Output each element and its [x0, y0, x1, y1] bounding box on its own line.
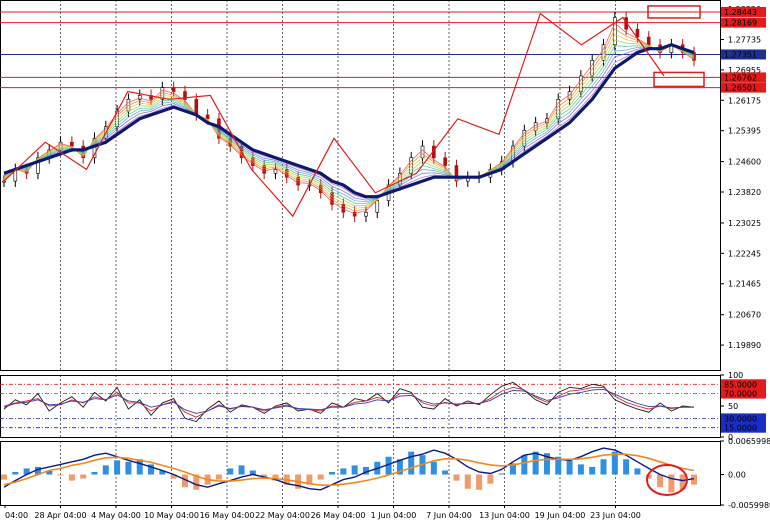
price-candle-body: [364, 211, 368, 217]
macd-hist-bar: [623, 459, 630, 475]
price-hline-label: 1.26501: [724, 84, 757, 93]
price-tick-label: 1.27735: [728, 36, 761, 45]
chart-svg: 1.285201.277351.269551.261751.253951.246…: [0, 0, 770, 520]
price-tick-label: 1.25395: [728, 127, 761, 136]
macd-hist-bar: [80, 474, 87, 479]
x-tick-label: 19 Jun 04:00: [535, 511, 586, 520]
osc-tick-label: 50: [728, 402, 738, 411]
x-tick-label: 13 Jun 04:00: [479, 511, 530, 520]
x-tick-label: 10 May 04:00: [144, 511, 199, 520]
macd-hist-bar: [215, 474, 222, 480]
macd-hist-bar: [532, 451, 539, 475]
macd-tick-label: -0.0059989: [728, 501, 770, 510]
macd-hist-bar: [340, 468, 347, 475]
x-tick-label: 7 Jun 04:00: [426, 511, 472, 520]
price-tick-label: 1.26175: [728, 96, 761, 105]
macd-hist-bar: [566, 460, 573, 475]
macd-hist-bar: [114, 460, 121, 475]
price-tick-label: 1.20670: [728, 311, 761, 320]
macd-hist-bar: [227, 468, 234, 475]
macd-hist-bar: [442, 470, 449, 475]
x-tick-label: 04:00: [5, 511, 28, 520]
price-candle-body: [443, 157, 447, 166]
price-hline-label: 1.27351: [724, 50, 757, 59]
price-tick-label: 1.24600: [728, 158, 761, 167]
macd-hist-bar: [600, 459, 607, 475]
macd-tick-label: 0.0065998: [728, 437, 770, 446]
price-tick-label: 1.23820: [728, 188, 761, 197]
macd-hist-bar: [136, 459, 143, 475]
macd-hist-bar: [589, 466, 596, 475]
osc-tick-label: 100: [728, 371, 743, 380]
ribbon-ma-line: [3, 22, 695, 215]
price-candle-body: [2, 180, 6, 183]
price-candle-body: [205, 114, 210, 120]
macd-hist-bar: [430, 461, 437, 475]
osc-level-label: 85.0000: [724, 380, 757, 389]
macd-hist-bar: [68, 474, 75, 481]
macd-hist-bar: [102, 465, 109, 475]
macd-hist-bar: [634, 468, 641, 475]
macd-hist-bar: [125, 461, 132, 475]
x-tick-label: 1 Jun 04:00: [371, 511, 417, 520]
price-bottom-box-marker: [653, 71, 705, 88]
macd-hist-bar: [657, 474, 664, 488]
macd-hist-bar: [351, 465, 358, 475]
macd-hist-bar: [317, 474, 324, 480]
price-tick-label: 1.21465: [728, 280, 761, 289]
osc-line: [3, 388, 694, 414]
osc-line: [3, 386, 694, 418]
oscillator-panel-frame: [0, 375, 721, 438]
macd-hist-bar: [464, 474, 471, 489]
ribbon-ma-line: [3, 28, 695, 212]
x-tick-label: 28 Apr 04:00: [34, 511, 86, 520]
price-tick-label: 1.23025: [728, 219, 761, 228]
x-tick-label: 4 May 04:00: [91, 511, 141, 520]
price-candle-body: [194, 99, 199, 116]
price-candle-body: [646, 36, 651, 46]
zigzag-line: [3, 12, 665, 218]
price-candle-body: [171, 87, 176, 92]
chart-root: 1.285201.277351.269551.261751.253951.246…: [0, 0, 770, 525]
x-tick-label: 22 May 04:00: [255, 511, 310, 520]
macd-hist-bar: [487, 474, 494, 484]
x-tick-label: 16 May 04:00: [200, 511, 255, 520]
macd-hist-bar: [453, 474, 460, 481]
macd-hist-bar: [57, 474, 64, 476]
macd-hist-bar: [521, 455, 528, 475]
price-tick-label: 1.19890: [728, 341, 761, 350]
macd-hist-bar: [238, 465, 245, 475]
macd-hist-bar: [12, 471, 19, 475]
osc-level-label: 70.0000: [724, 390, 757, 399]
price-candle-body: [533, 122, 538, 131]
x-tick-label: 23 Jun 04:00: [590, 511, 641, 520]
price-tick-label: 1.22245: [728, 249, 761, 258]
macd-hist-bar: [91, 471, 98, 475]
x-tick-label: 26 May 04:00: [311, 511, 366, 520]
macd-tick-label: 0.00: [728, 471, 746, 480]
price-candle-body: [70, 141, 74, 147]
price-hline-label: 1.26762: [724, 73, 757, 82]
macd-hist-bar: [408, 451, 415, 475]
macd-hist-bar: [577, 464, 584, 475]
osc-line: [3, 381, 695, 423]
price-candle-body: [273, 169, 278, 174]
macd-hist-bar: [476, 474, 483, 490]
osc-level-label: 30.0000: [724, 414, 757, 423]
macd-hist-bar: [498, 473, 505, 475]
price-candle-body: [420, 145, 425, 159]
osc-level-label: 15.0000: [724, 424, 757, 433]
price-hline-label: 1.28169: [724, 19, 757, 28]
price-candle-body: [375, 200, 380, 213]
price-hline-label: 1.28443: [724, 8, 757, 17]
macd-hist-bar: [1, 474, 7, 480]
macd-hist-bar: [329, 471, 336, 475]
